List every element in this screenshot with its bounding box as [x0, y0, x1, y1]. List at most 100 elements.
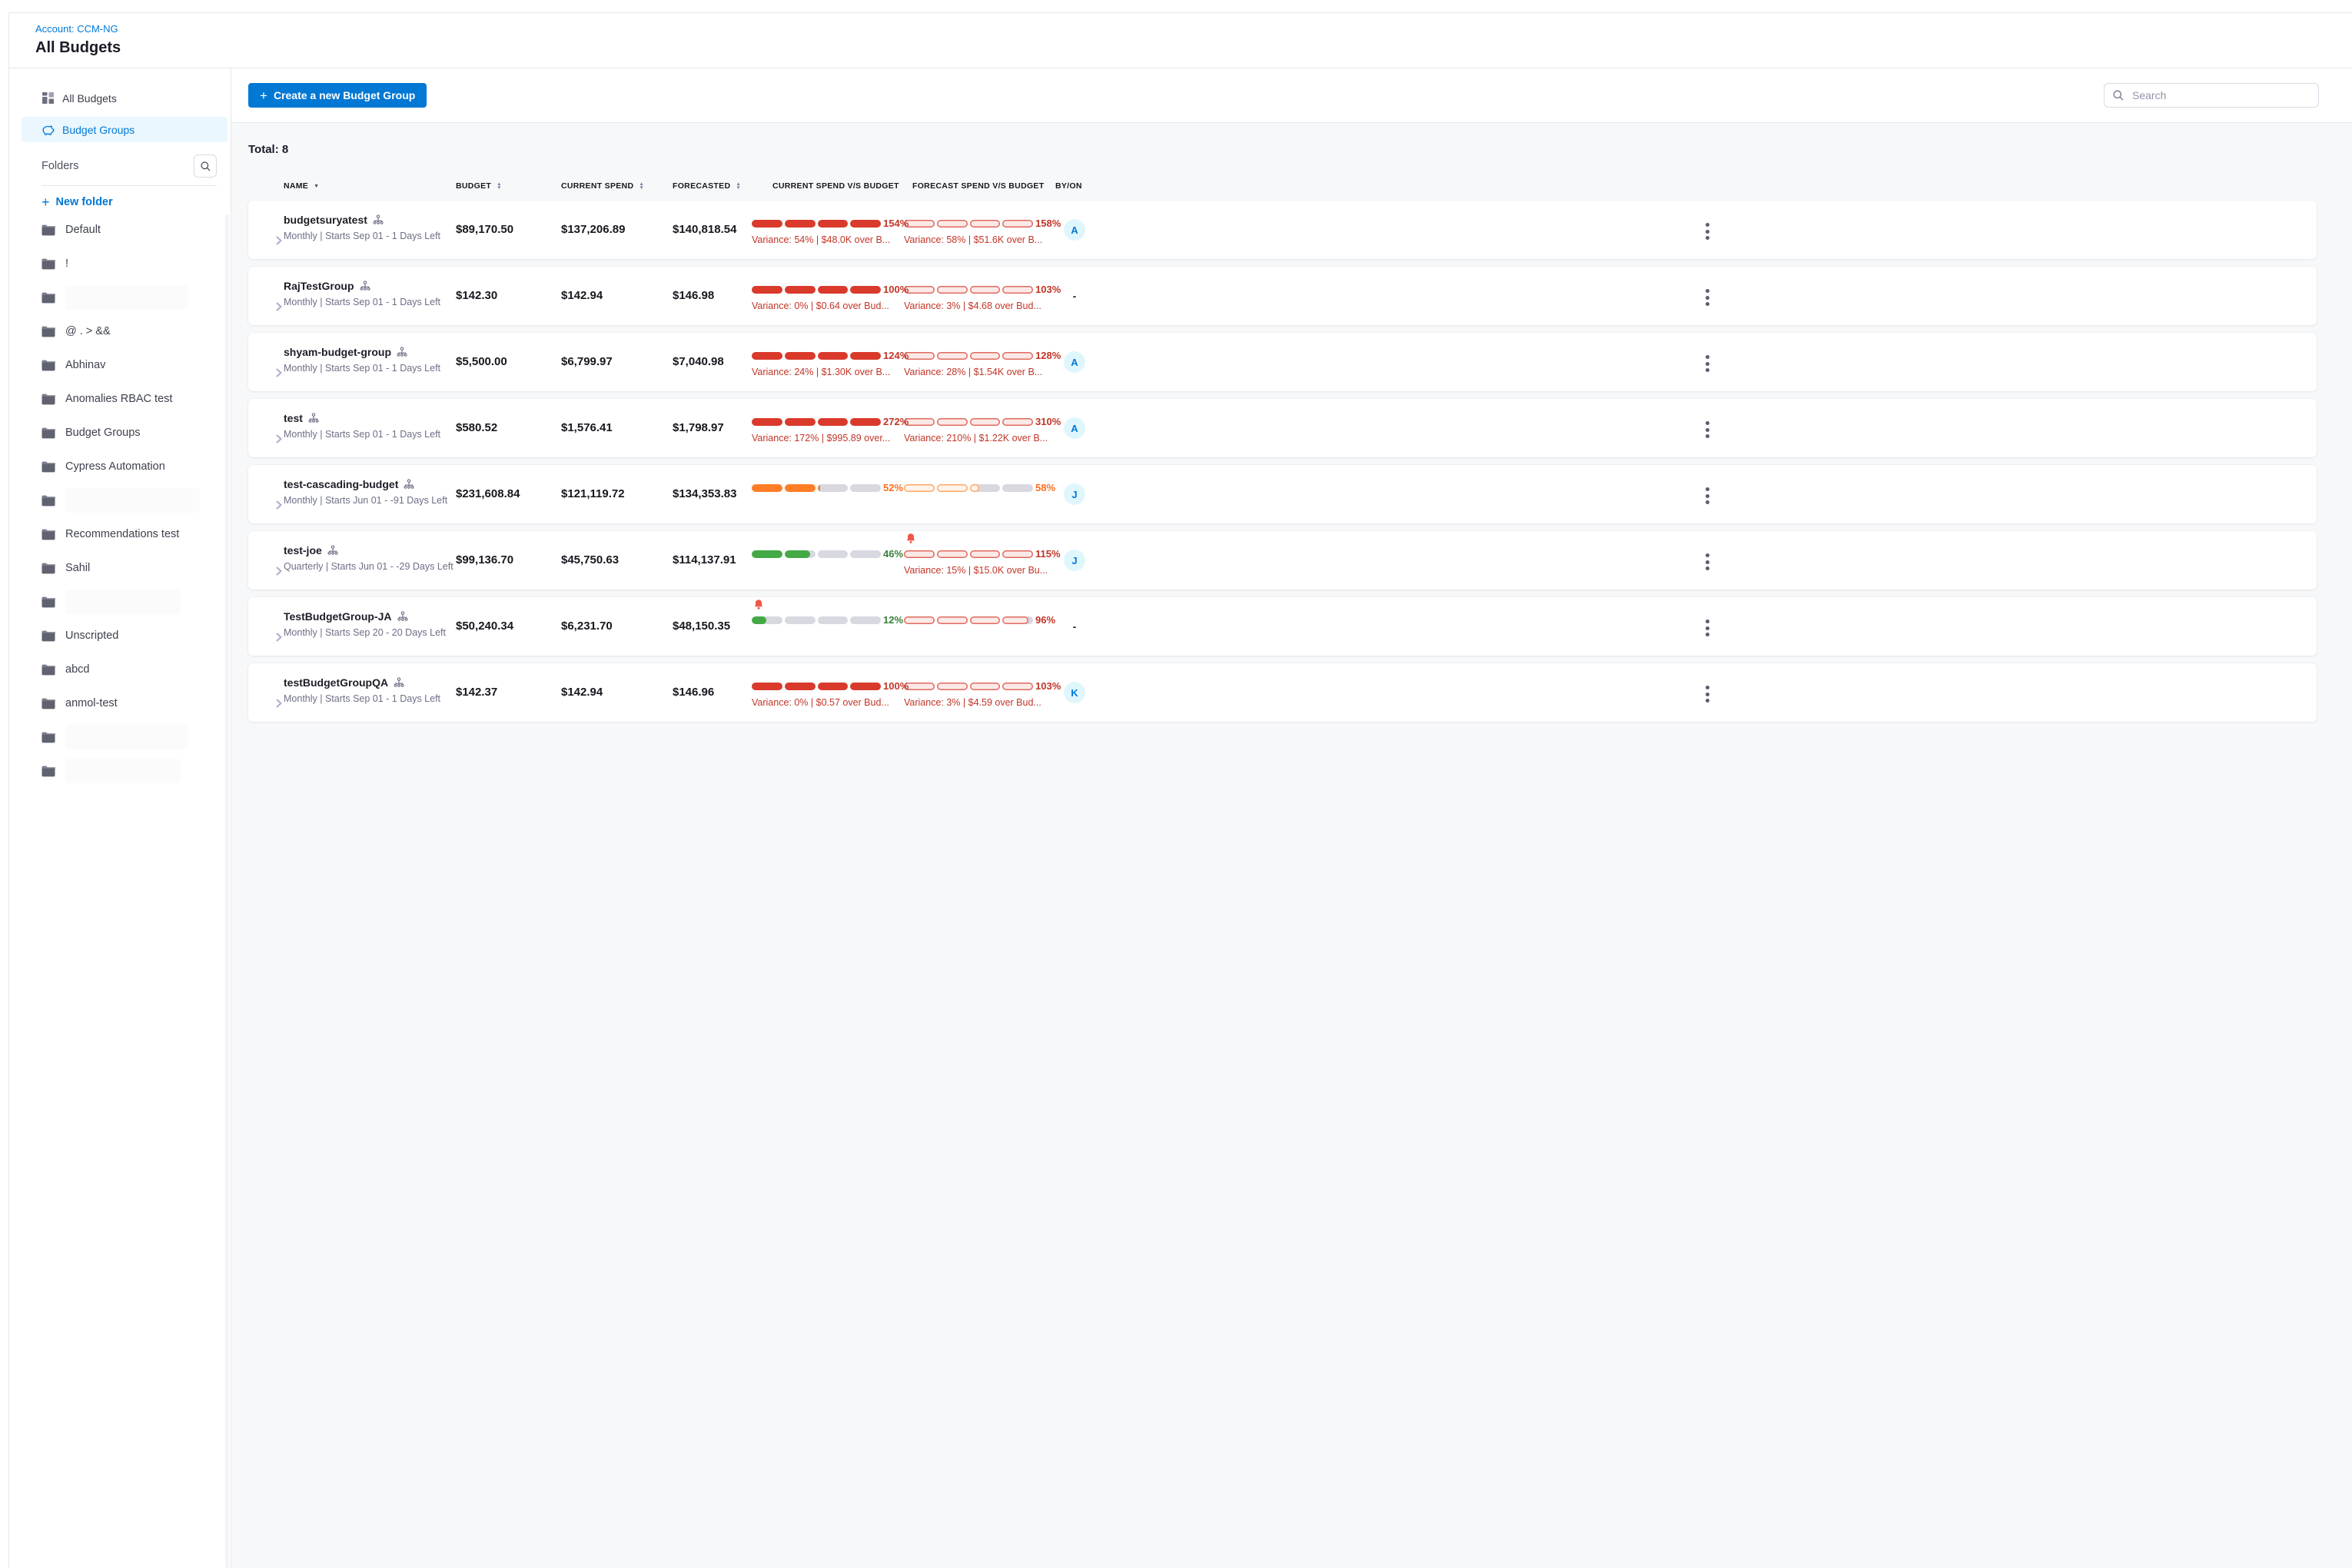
- row-menu-button[interactable]: [1703, 286, 1713, 309]
- folder-item[interactable]: anmol-test: [42, 686, 231, 720]
- budget-period: Monthly | Starts Sep 01 - 1 Days Left: [284, 363, 456, 374]
- name-cell: test-joe Quarterly | Starts Jun 01 - -29…: [284, 531, 456, 590]
- folder-item[interactable]: Budget Groups: [42, 416, 231, 450]
- current-vs-budget-cell: 52%: [752, 465, 904, 523]
- by-on-cell: A: [1051, 399, 1098, 457]
- expand-chevron-icon[interactable]: [248, 531, 284, 590]
- budget-group-row[interactable]: testBudgetGroupQA Monthly | Starts Sep 0…: [248, 663, 2317, 722]
- budget-search-box[interactable]: [2104, 83, 2319, 108]
- sort-icon[interactable]: [639, 182, 644, 191]
- folder-icon: [42, 596, 55, 608]
- folder-item[interactable]: abcd: [42, 653, 231, 686]
- account-breadcrumb[interactable]: Account: CCM-NG: [35, 23, 2352, 35]
- sort-icon[interactable]: [314, 184, 319, 189]
- sidebar-item-budget-groups[interactable]: Budget Groups: [22, 117, 228, 142]
- sidebar: All Budgets Budget Groups Folders: [9, 68, 231, 1568]
- row-menu-button[interactable]: [1703, 418, 1713, 441]
- sort-icon[interactable]: [497, 182, 502, 191]
- budget-group-row[interactable]: budgetsuryatest Monthly | Starts Sep 01 …: [248, 201, 2317, 259]
- budget-cell: $5,500.00: [456, 333, 561, 391]
- folder-item[interactable]: Unscripted: [42, 619, 231, 653]
- current-spend-percent: 124%: [883, 350, 909, 361]
- folder-name: Cypress Automation: [65, 460, 165, 473]
- column-header[interactable]: BY/ON: [1055, 181, 1101, 191]
- expand-chevron-icon[interactable]: [248, 333, 284, 391]
- row-menu-button[interactable]: [1703, 220, 1713, 243]
- column-header[interactable]: CURRENT SPEND: [561, 181, 673, 191]
- owner-avatar[interactable]: J: [1064, 550, 1085, 571]
- search-input[interactable]: [2131, 88, 2310, 102]
- folder-icon: [42, 732, 55, 743]
- folder-item[interactable]: Abhinav: [42, 348, 231, 382]
- row-menu-button[interactable]: [1703, 616, 1713, 639]
- folder-item[interactable]: !: [42, 247, 231, 281]
- forecast-spend-bar: [904, 616, 1033, 624]
- budget-group-row[interactable]: test-cascading-budget Monthly | Starts J…: [248, 465, 2317, 523]
- budget-group-name: test-joe: [284, 544, 322, 556]
- row-menu-button[interactable]: [1703, 550, 1713, 573]
- owner-avatar[interactable]: K: [1064, 682, 1085, 703]
- expand-chevron-icon[interactable]: [248, 267, 284, 325]
- sidebar-item-all-budgets[interactable]: All Budgets: [22, 85, 228, 111]
- current-vs-budget-cell: 124% Variance: 24% | $1.30K over B...: [752, 333, 904, 391]
- folders-search-button[interactable]: [194, 154, 217, 178]
- current-spend-percent: 100%: [883, 680, 909, 692]
- sort-icon[interactable]: [736, 182, 741, 191]
- folder-item[interactable]: Anomalies RBAC test: [42, 382, 231, 416]
- expand-chevron-icon[interactable]: [248, 663, 284, 722]
- current-spend-bar: [752, 683, 881, 690]
- owner-avatar[interactable]: A: [1064, 351, 1085, 373]
- folder-item[interactable]: Sahil: [42, 551, 231, 585]
- row-menu-button[interactable]: [1703, 484, 1713, 507]
- expand-chevron-icon[interactable]: [248, 597, 284, 656]
- expand-chevron-icon[interactable]: [248, 465, 284, 523]
- owner-avatar[interactable]: J: [1064, 483, 1085, 505]
- folder-icon: [42, 427, 55, 439]
- forecasted-cell: $146.96: [673, 663, 752, 722]
- column-header[interactable]: BUDGET: [456, 181, 561, 191]
- create-budget-group-button[interactable]: + Create a new Budget Group: [248, 83, 427, 108]
- budget-group-name: shyam-budget-group: [284, 346, 391, 358]
- folder-item[interactable]: [42, 720, 231, 754]
- row-menu-button[interactable]: [1703, 683, 1713, 706]
- budget-group-row[interactable]: test Monthly | Starts Sep 01 - 1 Days Le…: [248, 399, 2317, 457]
- row-menu-button[interactable]: [1703, 352, 1713, 375]
- current-spend-bar: [752, 352, 881, 360]
- budget-group-row[interactable]: test-joe Quarterly | Starts Jun 01 - -29…: [248, 531, 2317, 590]
- budget-group-row[interactable]: RajTestGroup Monthly | Starts Sep 01 - 1…: [248, 267, 2317, 325]
- forecast-variance-text: Variance: 15% | $15.0K over Bu...: [904, 565, 1051, 576]
- forecast-spend-percent: 310%: [1035, 416, 1061, 427]
- column-label: NAME: [284, 181, 308, 191]
- folder-icon: [42, 258, 55, 270]
- folder-item[interactable]: [42, 585, 231, 619]
- new-folder-button[interactable]: + New folder: [42, 196, 231, 208]
- owner-avatar[interactable]: A: [1064, 219, 1085, 241]
- row-menu-cell: [1098, 597, 2317, 656]
- folder-item[interactable]: [42, 754, 231, 788]
- current-variance-text: Variance: 24% | $1.30K over B...: [752, 367, 904, 377]
- owner-avatar[interactable]: -: [1064, 285, 1085, 307]
- folder-item[interactable]: Default: [42, 213, 231, 247]
- folder-item[interactable]: [42, 483, 231, 517]
- folder-item[interactable]: Cypress Automation: [42, 450, 231, 483]
- expand-chevron-icon[interactable]: [248, 201, 284, 259]
- budget-group-name: testBudgetGroupQA: [284, 676, 388, 689]
- owner-avatar[interactable]: -: [1064, 616, 1085, 637]
- folder-item[interactable]: [42, 281, 231, 314]
- folder-list: Default !: [42, 213, 231, 788]
- owner-avatar[interactable]: A: [1064, 417, 1085, 439]
- forecast-vs-budget-cell: 128% Variance: 28% | $1.54K over B...: [904, 333, 1051, 391]
- budget-group-row[interactable]: shyam-budget-group Monthly | Starts Sep …: [248, 333, 2317, 391]
- column-header[interactable]: FORECASTED: [673, 181, 772, 191]
- by-on-cell: -: [1051, 267, 1098, 325]
- column-header[interactable]: CURRENT SPEND V/S BUDGET: [772, 181, 912, 191]
- hierarchy-icon: [308, 413, 319, 424]
- column-header[interactable]: FORECAST SPEND V/S BUDGET: [912, 181, 1055, 191]
- folder-item[interactable]: @ . > &&: [42, 314, 231, 348]
- expand-chevron-icon[interactable]: [248, 399, 284, 457]
- main-content: + Create a new Budget Group Total: 8 NAM…: [231, 68, 2352, 1568]
- budget-group-row[interactable]: TestBudgetGroup-JA Monthly | Starts Sep …: [248, 597, 2317, 656]
- column-header[interactable]: NAME: [248, 181, 456, 191]
- folder-item[interactable]: Recommendations test: [42, 517, 231, 551]
- budget-period: Monthly | Starts Jun 01 - -91 Days Left: [284, 495, 456, 506]
